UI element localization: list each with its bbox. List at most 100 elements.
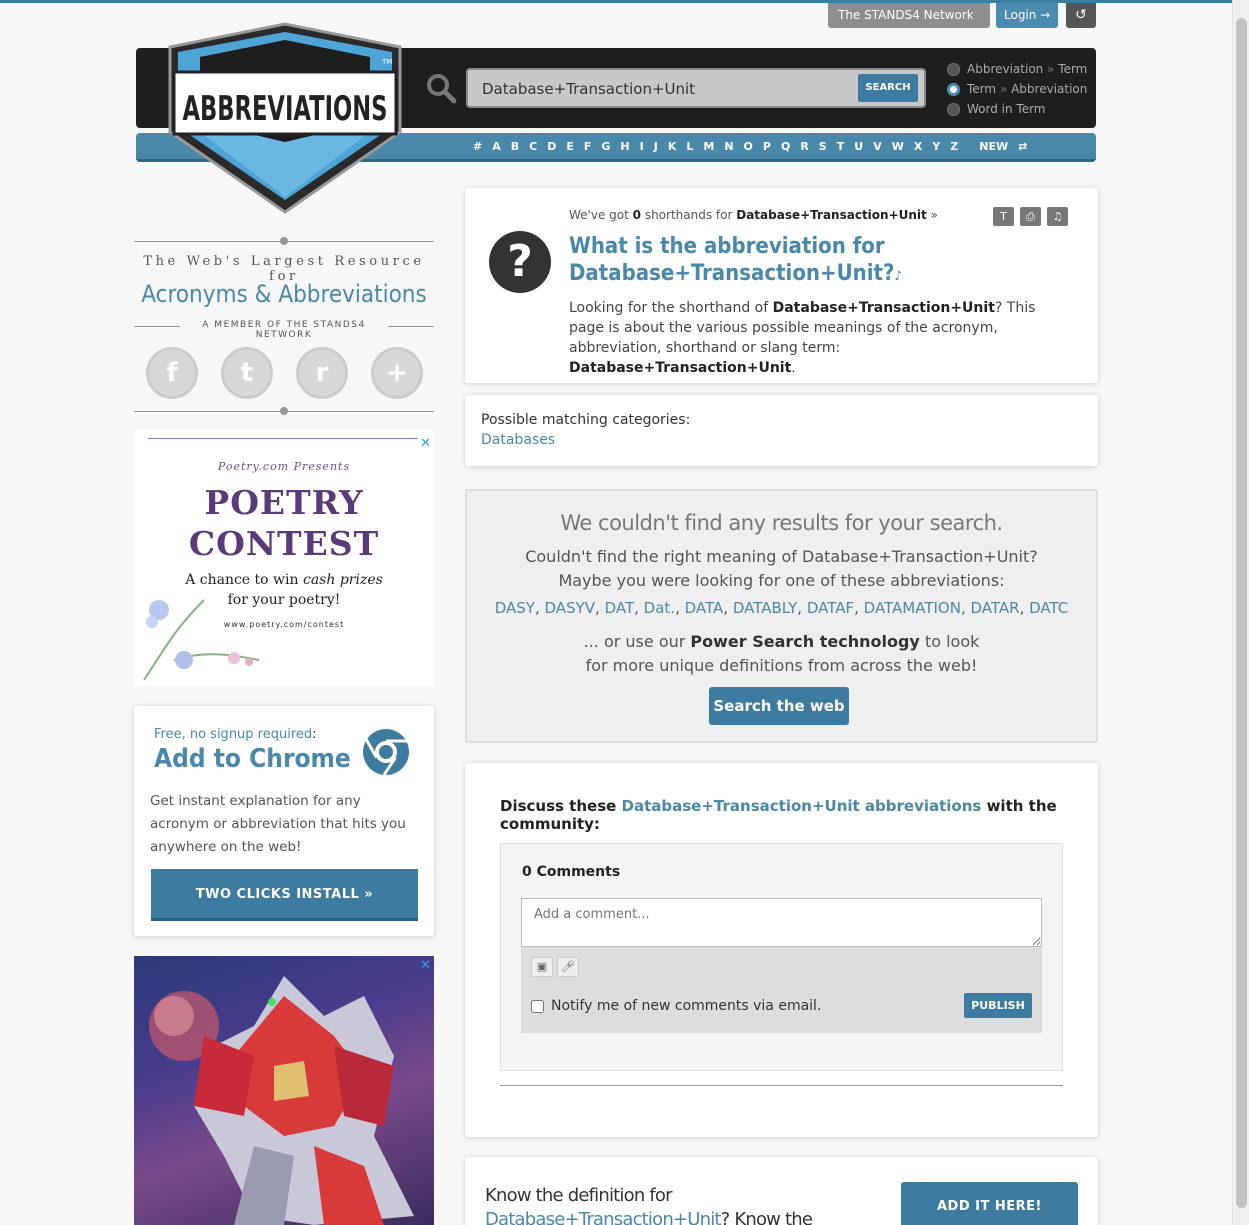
new-link[interactable]: NEW	[963, 140, 1013, 153]
letter-link[interactable]: Z	[945, 140, 963, 153]
notify-option[interactable]: Notify me of new comments via email.	[531, 998, 821, 1014]
radio-icon[interactable]	[947, 102, 960, 116]
suggestion-link[interactable]: DASY	[495, 599, 535, 617]
know-prefix: Know the definition for	[485, 1185, 673, 1206]
intro-term: Database+Transaction+Unit	[772, 300, 995, 316]
search-icon[interactable]	[425, 72, 457, 104]
letter-link[interactable]: X	[909, 140, 927, 153]
letter-link[interactable]: K	[663, 140, 682, 153]
close-icon[interactable]: ✕	[420, 958, 431, 973]
suggestion-link[interactable]: DATABLY	[733, 599, 797, 617]
ad-presents: Poetry.com Presents	[217, 460, 351, 473]
know-link[interactable]: Database+Transaction+Unit	[485, 1209, 721, 1225]
image-icon[interactable]: ▣	[531, 957, 553, 977]
ad-sub-emphasis: cash prizes	[302, 572, 383, 588]
letter-link[interactable]: W	[887, 140, 909, 153]
categories-label: Possible matching categories:	[481, 412, 691, 428]
suggestion-links: DASY, DASYV, DAT, Dat., DATA, DATABLY, D…	[467, 599, 1096, 617]
more-icon[interactable]: +	[371, 347, 423, 399]
category-link[interactable]: Databases	[481, 432, 555, 448]
letter-link[interactable]: H	[615, 140, 634, 153]
suggestion-link[interactable]: DATAR	[971, 599, 1020, 617]
mode-word-in-term[interactable]: Word in Term	[947, 99, 1087, 119]
twitter-icon[interactable]: t	[221, 347, 273, 399]
font-size-icon[interactable]: T	[993, 207, 1014, 226]
stands4-network-button[interactable]: The STANDS4 Network ⌄	[828, 3, 990, 47]
title-line: What is the abbreviation for	[569, 234, 885, 259]
letter-link[interactable]: A	[487, 140, 506, 153]
suggestion-link[interactable]: DAT	[605, 599, 635, 617]
login-button[interactable]: Login →	[996, 3, 1059, 28]
letter-link[interactable]: E	[561, 140, 579, 153]
facebook-icon[interactable]: f	[146, 347, 198, 399]
shorthands-count: We've got 0 shorthands for Database+Tran…	[569, 208, 938, 222]
letter-link[interactable]: J	[649, 140, 663, 153]
scrollbar-thumb[interactable]	[1236, 18, 1247, 1208]
publish-button[interactable]: PUBLISH	[964, 993, 1032, 1018]
letter-link[interactable]: M	[698, 140, 719, 153]
ad-title: POETRY CONTEST	[134, 482, 434, 564]
speaker-icon[interactable]: ♪	[895, 269, 902, 284]
letter-link[interactable]: R	[795, 140, 813, 153]
reddit-icon[interactable]: r	[296, 347, 348, 399]
robot-ad[interactable]: ✕	[134, 956, 434, 1225]
print-icon[interactable]: ⎙	[1020, 207, 1041, 226]
flower-decoration	[143, 599, 260, 681]
add-it-here-button[interactable]: ADD IT HERE!	[901, 1182, 1078, 1225]
count-term[interactable]: Database+Transaction+Unit	[736, 208, 927, 222]
categories-card: Possible matching categories: Databases	[465, 395, 1098, 466]
letter-link[interactable]: D	[542, 140, 561, 153]
shuffle-icon[interactable]: ⇄	[1013, 140, 1032, 153]
ad-title-line: CONTEST	[188, 524, 380, 563]
letter-link[interactable]: I	[635, 140, 649, 153]
network-label: The STANDS4 Network	[838, 8, 974, 22]
letter-link[interactable]: C	[524, 140, 542, 153]
letter-link[interactable]: T	[832, 140, 850, 153]
scrollbar[interactable]	[1232, 0, 1249, 1225]
abbreviations-logo[interactable]: ABBREVIATIONS TM	[160, 22, 410, 214]
search-input[interactable]	[482, 78, 852, 100]
ad-title-line: POETRY	[204, 483, 364, 522]
microphone-icon[interactable]: 🎤︎	[557, 957, 579, 977]
intro-end: .	[791, 360, 796, 376]
install-button[interactable]: TWO CLICKS INSTALL »	[151, 869, 418, 921]
letter-link[interactable]: L	[681, 140, 698, 153]
search-web-button[interactable]: Search the web	[709, 687, 849, 725]
letter-link[interactable]: U	[849, 140, 868, 153]
colon: :	[312, 727, 317, 742]
letter-link[interactable]: Q	[776, 140, 795, 153]
poetry-ad[interactable]: ✕ Poetry.com Presents POETRY CONTEST A c…	[134, 430, 434, 686]
comment-toolbar: ▣ 🎤︎ Notify me of new comments via email…	[521, 947, 1042, 1033]
audio-icon[interactable]: ♫	[1047, 207, 1068, 226]
mode-abbreviation-term[interactable]: Abbreviation » Term	[947, 59, 1087, 79]
letter-link[interactable]: P	[758, 140, 776, 153]
suggestion-link[interactable]: DATA	[685, 599, 724, 617]
close-icon[interactable]: ✕	[420, 436, 431, 451]
letter-link[interactable]: S	[814, 140, 832, 153]
suggestion-link[interactable]: DATAF	[807, 599, 854, 617]
letter-link[interactable]: F	[579, 140, 597, 153]
discuss-link[interactable]: Database+Transaction+Unit abbreviations	[622, 797, 982, 815]
mode-term-abbreviation[interactable]: Term » Abbreviation	[947, 79, 1087, 99]
suggestion-link[interactable]: DATC	[1029, 599, 1068, 617]
mode-label: Term	[967, 82, 997, 96]
letter-link[interactable]: O	[739, 140, 758, 153]
letter-link[interactable]: Y	[927, 140, 945, 153]
notify-checkbox[interactable]	[531, 999, 544, 1013]
radio-icon[interactable]	[947, 62, 960, 76]
letter-link[interactable]: G	[596, 140, 615, 153]
divider-dot	[280, 407, 288, 415]
letter-link[interactable]: #	[468, 140, 487, 153]
suggestion-link[interactable]: DASYV	[545, 599, 596, 617]
no-results-line: Couldn't find the right meaning of Datab…	[525, 547, 1038, 566]
chevron-down-icon: ⌄	[842, 33, 853, 47]
history-button[interactable]: ↺	[1066, 3, 1096, 28]
search-button[interactable]: SEARCH	[858, 74, 918, 102]
letter-link[interactable]: V	[868, 140, 887, 153]
radio-selected-icon[interactable]	[947, 82, 960, 96]
letter-link[interactable]: N	[719, 140, 738, 153]
suggestion-link[interactable]: DATAMATION	[864, 599, 961, 617]
suggestion-link[interactable]: Dat.	[644, 599, 675, 617]
letter-link[interactable]: B	[506, 140, 524, 153]
comment-input[interactable]	[521, 898, 1042, 947]
